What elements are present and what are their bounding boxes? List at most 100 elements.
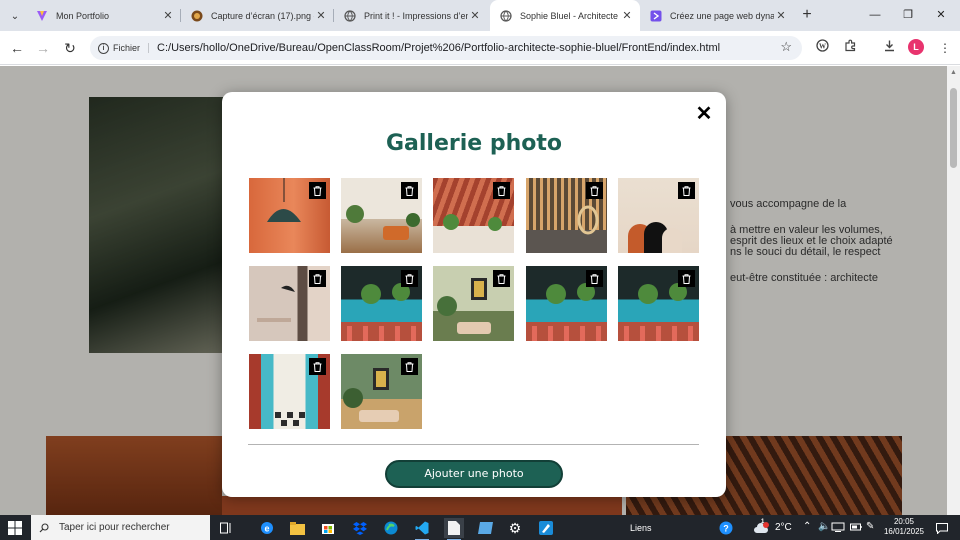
reload-icon: ↻ bbox=[64, 40, 76, 56]
clock-time: 20:05 bbox=[893, 517, 915, 526]
profile-avatar[interactable]: L bbox=[908, 39, 924, 55]
links-toolbar-label[interactable]: Liens bbox=[630, 523, 652, 533]
new-tab-button[interactable]: + bbox=[797, 4, 817, 26]
arrow-right-icon: → bbox=[36, 40, 50, 56]
paint-icon bbox=[539, 521, 553, 535]
taskbar-dropbox[interactable] bbox=[350, 518, 370, 538]
svg-text:?: ? bbox=[723, 524, 729, 534]
tab-sophie-bluel[interactable]: Sophie Bluel - Architecte d’int ✕ bbox=[490, 0, 640, 31]
add-photo-button[interactable]: Ajouter une photo bbox=[385, 460, 563, 488]
delete-photo-button[interactable] bbox=[309, 182, 326, 199]
more-menu-icon[interactable]: ⋮ bbox=[934, 37, 956, 59]
trash-icon bbox=[497, 185, 506, 196]
trash-icon bbox=[682, 273, 691, 284]
page-scrollbar[interactable]: ▲ bbox=[947, 66, 960, 515]
close-icon[interactable]: ✕ bbox=[620, 9, 634, 22]
tab-label: Créez une page web dynamic bbox=[670, 10, 774, 21]
dropbox-icon bbox=[353, 521, 367, 535]
browser-toolbar: ← → ↻ i Fichier C:/Users/hollo/OneDrive/… bbox=[0, 31, 960, 65]
taskbar-file-explorer[interactable] bbox=[287, 518, 307, 538]
close-icon[interactable]: ✕ bbox=[774, 9, 788, 22]
gallery-thumbnail bbox=[526, 266, 607, 341]
clock[interactable]: 20:05 16/01/2025 bbox=[878, 517, 930, 537]
trash-icon bbox=[682, 185, 691, 196]
delete-photo-button[interactable] bbox=[401, 358, 418, 375]
pen-icon[interactable]: ✎ bbox=[866, 521, 874, 532]
close-icon[interactable]: ✕ bbox=[161, 9, 175, 22]
close-icon: ✕ bbox=[936, 9, 946, 21]
tab-screenshot[interactable]: Capture d’écran (17).png - Sq ✕ bbox=[181, 0, 334, 31]
forward-button[interactable]: → bbox=[32, 37, 54, 59]
windows-taskbar: Taper ici pour rechercher e ⚙ Liens ? 1 … bbox=[0, 515, 960, 540]
delete-photo-button[interactable] bbox=[678, 182, 695, 199]
close-window-button[interactable]: ✕ bbox=[922, 0, 960, 31]
taskbar-settings[interactable]: ⚙ bbox=[505, 518, 525, 538]
vscode-icon bbox=[415, 521, 429, 535]
info-icon[interactable]: i bbox=[98, 42, 109, 54]
restore-icon: ❐ bbox=[903, 9, 913, 21]
network-tray-button[interactable] bbox=[830, 520, 846, 534]
task-view-icon bbox=[220, 522, 231, 534]
back-button[interactable]: ← bbox=[6, 37, 28, 59]
tab-strip: ⌄ Mon Portfolio ✕ Capture d’écran (17).p… bbox=[0, 0, 960, 31]
trash-icon bbox=[313, 361, 322, 372]
extensions-puzzle-icon[interactable] bbox=[839, 37, 861, 59]
battery-icon bbox=[850, 523, 862, 531]
svg-text:e: e bbox=[264, 524, 269, 534]
task-view-button[interactable] bbox=[216, 518, 236, 538]
tab-openclassrooms[interactable]: Créez une page web dynamic ✕ bbox=[640, 0, 794, 31]
notifications-button[interactable] bbox=[932, 518, 952, 538]
wordpress-extension-icon[interactable]: W bbox=[811, 37, 833, 59]
window-app-icon bbox=[477, 522, 493, 534]
scrollbar-thumb[interactable] bbox=[950, 88, 957, 168]
delete-photo-button[interactable] bbox=[309, 270, 326, 287]
delete-photo-button[interactable] bbox=[586, 270, 603, 287]
taskbar-help[interactable]: ? bbox=[716, 518, 736, 538]
battery-tray-button[interactable] bbox=[848, 520, 864, 534]
openclassrooms-icon bbox=[650, 10, 662, 21]
document-icon bbox=[448, 521, 460, 535]
url-text[interactable]: C:/Users/hollo/OneDrive/Bureau/OpenClass… bbox=[157, 42, 720, 54]
delete-photo-button[interactable] bbox=[586, 182, 603, 199]
windows-start-icon[interactable] bbox=[8, 521, 22, 535]
taskbar-edge[interactable] bbox=[381, 518, 401, 538]
close-icon[interactable]: ✕ bbox=[314, 9, 328, 22]
vite-icon bbox=[37, 10, 47, 21]
gallery-thumbnail bbox=[526, 178, 607, 253]
trash-icon bbox=[313, 185, 322, 196]
svg-text:W: W bbox=[819, 43, 826, 51]
url-scheme-chip[interactable]: Fichier bbox=[113, 43, 150, 53]
scroll-up-icon[interactable]: ▲ bbox=[950, 69, 957, 76]
taskbar-vscode[interactable] bbox=[412, 518, 432, 540]
taskbar-notepad[interactable] bbox=[444, 518, 464, 540]
image-file-icon bbox=[191, 10, 203, 21]
bookmark-star-icon[interactable]: ☆ bbox=[780, 39, 792, 55]
taskbar-app-blue[interactable] bbox=[475, 518, 495, 538]
temperature-label[interactable]: 2°C bbox=[775, 522, 792, 533]
reload-button[interactable]: ↻ bbox=[59, 37, 81, 59]
tab-search-dropdown-button[interactable]: ⌄ bbox=[4, 5, 26, 27]
delete-photo-button[interactable] bbox=[401, 270, 418, 287]
tab-label: Mon Portfolio bbox=[56, 10, 110, 21]
delete-photo-button[interactable] bbox=[493, 182, 510, 199]
taskbar-paint[interactable] bbox=[536, 518, 556, 538]
taskbar-edge-legacy[interactable]: e bbox=[257, 518, 277, 538]
delete-photo-button[interactable] bbox=[678, 270, 695, 287]
download-icon[interactable] bbox=[878, 37, 900, 59]
taskbar-search-box[interactable]: Taper ici pour rechercher bbox=[31, 515, 210, 540]
search-placeholder: Taper ici pour rechercher bbox=[59, 522, 170, 533]
folder-icon bbox=[289, 521, 305, 535]
speaker-icon[interactable]: 🔈 bbox=[818, 521, 830, 532]
network-icon bbox=[831, 522, 845, 532]
close-icon[interactable]: ✕ bbox=[468, 9, 482, 22]
tab-print-it[interactable]: Print it ! - Impressions d’entre ✕ bbox=[334, 0, 488, 31]
delete-photo-button[interactable] bbox=[401, 182, 418, 199]
taskbar-store[interactable] bbox=[318, 518, 338, 538]
chevron-up-icon[interactable]: ⌃ bbox=[803, 521, 811, 532]
delete-photo-button[interactable] bbox=[309, 358, 326, 375]
modal-close-button[interactable]: ✕ bbox=[694, 104, 714, 124]
delete-photo-button[interactable] bbox=[493, 270, 510, 287]
gallery-thumbnail bbox=[249, 354, 330, 429]
tab-mon-portfolio[interactable]: Mon Portfolio ✕ bbox=[26, 0, 181, 31]
address-bar[interactable]: i Fichier C:/Users/hollo/OneDrive/Bureau… bbox=[90, 36, 802, 60]
